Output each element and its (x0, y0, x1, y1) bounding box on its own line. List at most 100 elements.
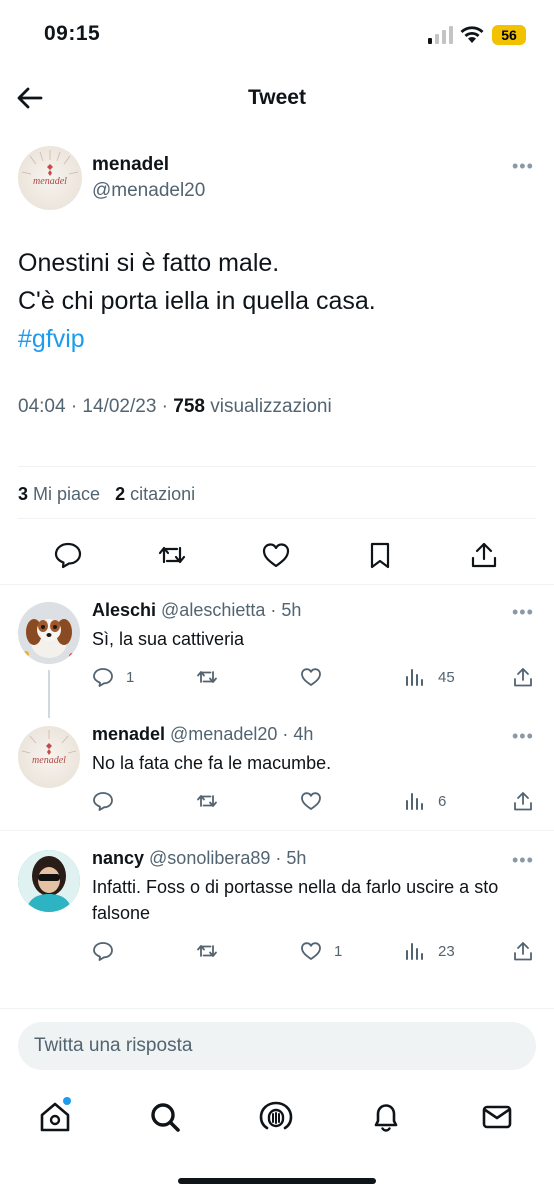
tweet-timestamp: 04:04 · 14/02/23 · (18, 396, 174, 417)
retweet-action[interactable] (196, 664, 230, 690)
avatar[interactable] (18, 602, 80, 664)
avatar-text: menadel (32, 755, 66, 766)
views-count: 6 (438, 792, 447, 810)
like-action[interactable] (300, 664, 334, 690)
wifi-icon (459, 24, 485, 44)
like-action[interactable] (300, 788, 334, 814)
views-count: 45 (438, 668, 455, 686)
notifications-icon[interactable] (369, 1100, 403, 1134)
tweet-stats: 3 Mi piace 2 citazioni (18, 484, 195, 505)
retweet-icon[interactable] (157, 540, 187, 570)
reply-author[interactable]: Aleschi @aleschietta · 5h (92, 600, 301, 621)
home-indicator (178, 1178, 376, 1184)
retweet-action[interactable] (196, 938, 230, 964)
quotes-count: 2 (115, 484, 126, 504)
svg-text:menadel: menadel (33, 176, 67, 187)
views-icon (406, 793, 423, 810)
reply-handle: @aleschietta · 5h (156, 600, 302, 620)
spaces-icon[interactable] (259, 1100, 293, 1134)
views-action[interactable]: 23 (404, 938, 455, 964)
reply-icon (93, 668, 113, 687)
likes-stat[interactable]: 3 Mi piace (18, 484, 100, 504)
reply-icon (93, 942, 113, 961)
more-options-icon[interactable]: ••• (512, 156, 534, 177)
search-icon[interactable] (148, 1100, 182, 1134)
thread-line (48, 670, 50, 718)
quotes-label: citazioni (125, 484, 196, 504)
divider (18, 466, 536, 467)
author-name[interactable]: menadel (92, 154, 169, 176)
retweet-icon (197, 795, 217, 807)
likes-label: Mi piace (28, 484, 101, 504)
views-count: 758 (173, 396, 205, 417)
views-action[interactable]: 6 (404, 788, 446, 814)
divider (0, 1008, 554, 1009)
like-icon (301, 668, 321, 686)
like-action[interactable]: 1 (300, 938, 342, 964)
like-icon (301, 942, 321, 960)
reply-icon[interactable] (53, 540, 83, 570)
more-options-icon[interactable]: ••• (512, 726, 534, 747)
like-count: 1 (334, 942, 343, 960)
reply-input[interactable] (18, 1022, 536, 1070)
reply-text: Sì, la sua cattiveria (92, 629, 245, 649)
reply-icon (93, 792, 113, 811)
share-action[interactable] (512, 664, 534, 690)
tweet-action-bar (0, 536, 554, 576)
views-icon (406, 669, 423, 686)
bookmark-icon[interactable] (365, 540, 395, 570)
author-handle[interactable]: @menadel20 (92, 180, 205, 202)
reply-text: Infatti. Foss o di portasse nella da far… (92, 877, 499, 923)
retweet-action[interactable] (196, 788, 230, 814)
more-options-icon[interactable]: ••• (512, 602, 534, 623)
share-icon[interactable] (469, 540, 499, 570)
tweet-text-line: C'è chi porta iella in quella casa. (18, 287, 376, 315)
reply-action[interactable] (92, 788, 126, 814)
reply-count: 1 (126, 668, 135, 686)
share-icon (514, 792, 532, 811)
share-icon (514, 668, 532, 687)
reply-author-name: menadel (92, 724, 166, 744)
notification-dot (63, 1097, 71, 1105)
reply-action[interactable] (92, 938, 126, 964)
home-icon[interactable] (38, 1097, 72, 1134)
like-icon (301, 792, 321, 810)
messages-icon[interactable] (480, 1100, 514, 1134)
signal-icon (428, 26, 454, 44)
reply-actions: 1 45 (92, 664, 552, 690)
battery-icon: 56 (492, 25, 526, 45)
bottom-nav (0, 1090, 554, 1150)
views-icon (406, 943, 423, 960)
more-options-icon[interactable]: ••• (512, 850, 534, 871)
divider (0, 584, 554, 585)
divider (18, 518, 536, 519)
views-count: 23 (438, 942, 455, 960)
views-action[interactable]: 45 (404, 664, 455, 690)
divider (0, 830, 554, 831)
avatar[interactable]: menadel (18, 726, 80, 788)
like-icon[interactable] (261, 540, 291, 570)
reply-author[interactable]: menadel @menadel20 · 4h (92, 724, 313, 745)
reply-author-name: Aleschi (92, 600, 157, 620)
reply-actions: 6 (92, 788, 552, 814)
share-action[interactable] (512, 938, 534, 964)
share-icon (514, 942, 532, 961)
reply-action[interactable]: 1 (92, 664, 134, 690)
share-action[interactable] (512, 788, 534, 814)
page-title: Tweet (248, 86, 306, 109)
retweet-icon (197, 945, 217, 957)
reply-handle: @menadel20 · 4h (165, 724, 314, 744)
hashtag-link[interactable]: #gfvip (18, 320, 538, 358)
quotes-stat[interactable]: 2 citazioni (115, 484, 195, 504)
reply-text: No la fata che fa le macumbe. (92, 753, 332, 773)
reply-handle: @sonolibera89 · 5h (144, 848, 307, 868)
tweet-meta: 04:04 · 14/02/23 · 758 visualizzazioni (18, 396, 332, 418)
avatar[interactable] (18, 850, 80, 912)
reply-author-name: nancy (92, 848, 145, 868)
reply-actions: 1 23 (92, 938, 552, 964)
header: Tweet (0, 70, 554, 126)
reply-author[interactable]: nancy @sonolibera89 · 5h (92, 848, 306, 869)
reply-composer[interactable] (18, 1022, 536, 1070)
tweet-text: Onestini si è fatto male. C'è chi porta … (18, 244, 538, 358)
avatar[interactable]: menadel (18, 146, 82, 210)
